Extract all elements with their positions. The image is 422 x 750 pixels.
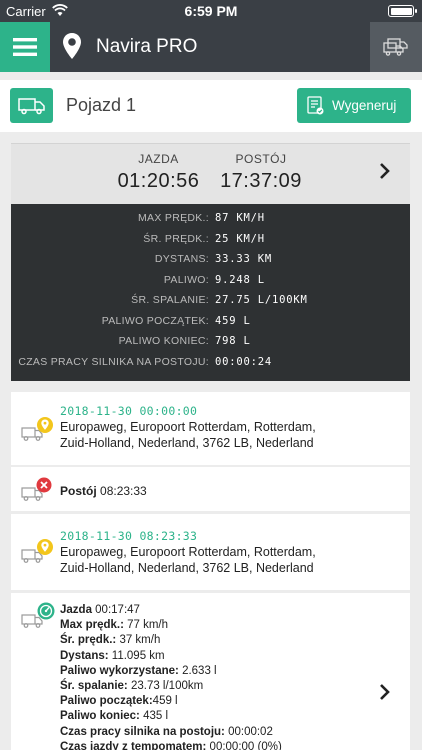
truck-stop-icon — [21, 477, 52, 501]
timestamp: 2018-11-30 00:00:00 — [60, 404, 198, 418]
timeline-item-drive[interactable]: Jazda 00:17:47 Max prędk.: 77 km/h Śr. p… — [11, 593, 410, 750]
summary-card[interactable]: JAZDA 01:20:56 POSTÓJ 17:37:09 — [11, 143, 410, 204]
chevron-right-icon[interactable] — [379, 683, 391, 701]
drive-line-fuel-start: Paliwo początek:459 l — [60, 695, 178, 708]
stat-fuel-start: PALIWO POCZĄTEK: 459 L — [101, 314, 251, 327]
drive-line-duration: Jazda 00:17:47 — [60, 604, 140, 616]
timeline-item-stop[interactable]: Postój 08:23:33 — [11, 467, 410, 511]
stats-panel: MAX PRĘDK.: 87 KM/H ŚR. PRĘDK.: 25 KM/H … — [11, 204, 410, 381]
vehicle-name: Pojazd 1 — [66, 95, 137, 115]
drive-details: Jazda 00:17:47 Max prędk.: 77 km/h Śr. p… — [60, 603, 282, 750]
stat-avg-consumption: ŚR. SPALANIE: 27.75 L/100KM — [131, 294, 308, 306]
truck-icon — [17, 97, 45, 114]
stop-label: Postój — [60, 484, 97, 498]
timeline-item-location[interactable]: 2018-11-30 00:00:00 Europaweg, Europoort… — [11, 392, 410, 465]
location-pin-icon — [63, 33, 81, 59]
vehicle-row: Pojazd 1 Wygeneruj — [0, 80, 422, 132]
drive-line-avg-consumption: Śr. spalanie: 23.73 l/100km — [60, 680, 204, 693]
trucks-icon — [383, 38, 408, 56]
app-title: Navira PRO — [96, 36, 198, 57]
battery-icon — [388, 5, 417, 17]
vehicles-button[interactable] — [370, 22, 422, 72]
report-icon — [307, 95, 324, 114]
stat-engine-idle-time: CZAS PRACY SILNIKA NA POSTOJU: 00:00:24 — [18, 355, 272, 368]
address: Europaweg, Europoort Rotterdam, Rotterda… — [60, 420, 316, 450]
truck-location-icon — [21, 539, 53, 563]
timeline-item-location[interactable]: 2018-11-30 08:23:33 Europaweg, Europoort… — [11, 514, 410, 590]
drive-line-fuel-end: Paliwo koniec: 435 l — [60, 710, 169, 723]
stat-distance: DYSTANS: 33.33 KM — [154, 253, 272, 265]
drive-line-max-speed: Max prędk.: 77 km/h — [60, 619, 169, 632]
menu-button[interactable] — [0, 22, 50, 72]
drive-line-cruise-control: Czas jazdy z tempomatem: 00:00:00 (0%) — [60, 740, 282, 750]
drive-line-fuel-used: Paliwo wykorzystane: 2.633 l — [60, 664, 217, 677]
timestamp: 2018-11-30 08:23:33 — [60, 529, 198, 543]
drive-line-distance: Dystans: 11.095 km — [60, 649, 165, 662]
drive-summary: JAZDA 01:20:56 — [111, 152, 206, 193]
stat-max-speed: MAX PRĘDK.: 87 KM/H — [138, 212, 265, 224]
stat-fuel: PALIWO: 9.248 L — [163, 273, 265, 286]
stop-summary: POSTÓJ 17:37:09 — [211, 152, 311, 193]
generate-button[interactable]: Wygeneruj — [297, 88, 411, 123]
navigation-bar: Carrier 6:59 PM Navira PRO — [0, 0, 422, 72]
drive-line-avg-speed: Śr. prędk.: 37 km/h — [60, 634, 161, 647]
drive-label: JAZDA — [138, 152, 179, 166]
status-bar: Carrier 6:59 PM — [0, 0, 422, 22]
clock: 6:59 PM — [184, 3, 238, 19]
stat-avg-speed: ŚR. PRĘDK.: 25 KM/H — [143, 232, 265, 245]
chevron-right-icon[interactable] — [379, 162, 391, 180]
truck-location-icon — [21, 417, 53, 441]
hamburger-icon — [13, 38, 37, 56]
stop-duration: 08:23:33 — [100, 484, 147, 498]
stop-time: 17:37:09 — [220, 170, 302, 192]
drive-time: 01:20:56 — [117, 170, 200, 192]
generate-label: Wygeneruj — [332, 98, 397, 113]
vehicle-select-button[interactable] — [10, 88, 53, 123]
address: Europaweg, Europoort Rotterdam, Rotterda… — [60, 545, 316, 575]
stop-entry: Postój 08:23:33 — [60, 484, 147, 498]
stop-label: POSTÓJ — [235, 152, 287, 166]
truck-drive-icon — [21, 602, 55, 628]
drive-line-engine-idle: Czas pracy silnika na postoju: 00:00:02 — [60, 725, 273, 738]
stat-fuel-end: PALIWO KONIEC: 798 L — [118, 335, 251, 347]
